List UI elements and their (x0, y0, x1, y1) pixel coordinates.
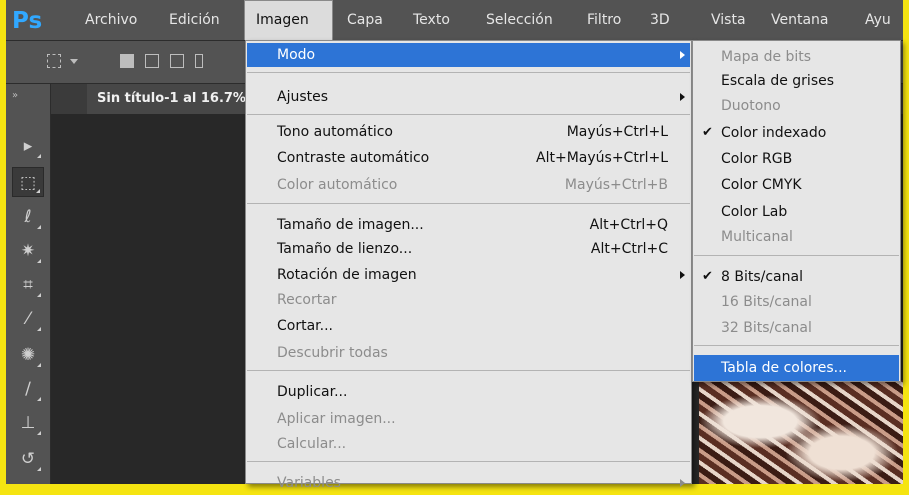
submenu-item-8-bits-canal[interactable]: ✔ 8 Bits/canal (694, 265, 899, 289)
add-selection-icon[interactable] (145, 54, 159, 68)
history-brush-tool-icon[interactable]: ↺ (12, 444, 44, 474)
menu-item-cortar[interactable]: Cortar... (247, 314, 690, 338)
menu-filtro[interactable]: Filtro (580, 0, 628, 40)
submenu-item-multicanal[interactable]: Multicanal (694, 225, 899, 249)
imagen-dropdown-menu: Modo Ajustes Tono automático Mayús+Ctrl+L… (245, 40, 692, 491)
checkmark-icon: ✔ (702, 269, 713, 284)
stamp-tool-icon[interactable]: ⊥ (12, 408, 44, 438)
toolbox: » ▸ ⬚ ℓ ✷ ⌗ ⁄ ✺ ∕ ⊥ ↺ (6, 84, 51, 484)
submenu-item-duotono[interactable]: Duotono (694, 94, 899, 118)
modo-submenu: Mapa de bits Escala de grises Duotono ✔ … (692, 40, 901, 382)
menu-item-duplicar[interactable]: Duplicar... (247, 380, 690, 404)
menu-separator (694, 345, 899, 346)
chevron-down-icon[interactable] (70, 59, 78, 64)
menu-item-rotacion-de-imagen[interactable]: Rotación de imagen (247, 263, 690, 287)
submenu-item-32-bits-canal[interactable]: 32 Bits/canal (694, 316, 899, 340)
submenu-item-color-cmyk[interactable]: Color CMYK (694, 173, 899, 197)
submenu-item-color-indexado[interactable]: ✔ Color indexado (694, 121, 899, 145)
submenu-item-escala-de-grises[interactable]: Escala de grises (694, 69, 899, 93)
menu-item-tono-automatico[interactable]: Tono automático Mayús+Ctrl+L (247, 120, 690, 144)
crop-tool-icon[interactable]: ⌗ (12, 270, 44, 300)
document-image (699, 380, 903, 484)
menu-item-descubrir-todas[interactable]: Descubrir todas (247, 341, 690, 365)
healing-brush-tool-icon[interactable]: ✺ (12, 340, 44, 370)
menu-vista[interactable]: Vista (704, 0, 753, 40)
menu-item-ajustes[interactable]: Ajustes (247, 85, 690, 109)
document-tab[interactable]: Sin título-1 al 16.7% (87, 84, 256, 114)
menu-edicion[interactable]: Edición (162, 0, 227, 40)
subtract-selection-icon[interactable] (170, 54, 184, 68)
new-selection-icon[interactable] (120, 54, 134, 68)
eyedropper-tool-icon[interactable]: ⁄ (12, 304, 44, 334)
menu-separator (694, 255, 899, 256)
menu-item-calcular[interactable]: Calcular... (247, 432, 690, 456)
menu-capa[interactable]: Capa (340, 0, 390, 40)
submenu-item-tabla-de-colores[interactable]: Tabla de colores... (694, 355, 899, 381)
marquee-tool-icon[interactable]: ⬚ (12, 167, 44, 197)
menu-item-contraste-automatico[interactable]: Contraste automático Alt+Mayús+Ctrl+L (247, 146, 690, 170)
brush-tool-icon[interactable]: ∕ (12, 374, 44, 404)
menu-archivo[interactable]: Archivo (78, 0, 144, 40)
magic-wand-tool-icon[interactable]: ✷ (12, 236, 44, 266)
menu-item-color-automatico[interactable]: Color automático Mayús+Ctrl+B (247, 173, 690, 197)
menu-item-tamano-de-imagen[interactable]: Tamaño de imagen... Alt+Ctrl+Q (247, 213, 690, 237)
menu-separator (247, 461, 690, 462)
menu-item-modo[interactable]: Modo (247, 43, 690, 67)
menu-ventana[interactable]: Ventana (764, 0, 836, 40)
intersect-selection-icon[interactable] (195, 54, 203, 68)
menu-seleccion[interactable]: Selección (479, 0, 560, 40)
submenu-arrow-icon (680, 271, 685, 279)
menu-item-aplicar-imagen[interactable]: Aplicar imagen... (247, 407, 690, 431)
menu-item-tamano-de-lienzo[interactable]: Tamaño de lienzo... Alt+Ctrl+C (247, 237, 690, 261)
submenu-item-color-rgb[interactable]: Color RGB (694, 147, 899, 171)
collapse-panel-icon[interactable]: » (12, 90, 18, 101)
menu-separator (247, 203, 690, 204)
menu-ayuda[interactable]: Ayu (858, 0, 898, 40)
menu-item-variables[interactable]: Variables (247, 471, 690, 495)
menu-item-recortar[interactable]: Recortar (247, 288, 690, 312)
marquee-preset-icon[interactable] (47, 54, 61, 68)
lasso-tool-icon[interactable]: ℓ (12, 202, 44, 232)
submenu-arrow-icon (680, 51, 685, 59)
photoshop-logo: Ps (12, 8, 43, 34)
submenu-arrow-icon (680, 479, 685, 487)
menu-separator (247, 370, 690, 371)
submenu-item-color-lab[interactable]: Color Lab (694, 200, 899, 224)
menu-texto[interactable]: Texto (406, 0, 457, 40)
move-tool-icon[interactable]: ▸ (12, 131, 44, 161)
menu-bar: Ps Archivo Edición Imagen Capa Texto Sel… (6, 0, 903, 41)
submenu-item-mapa-de-bits[interactable]: Mapa de bits (694, 45, 899, 69)
checkmark-icon: ✔ (702, 125, 713, 140)
menu-3d[interactable]: 3D (643, 0, 677, 40)
submenu-arrow-icon (680, 93, 685, 101)
menu-separator (247, 114, 690, 115)
submenu-item-16-bits-canal[interactable]: 16 Bits/canal (694, 290, 899, 314)
menu-separator (247, 72, 690, 73)
menu-imagen[interactable]: Imagen (244, 0, 333, 40)
